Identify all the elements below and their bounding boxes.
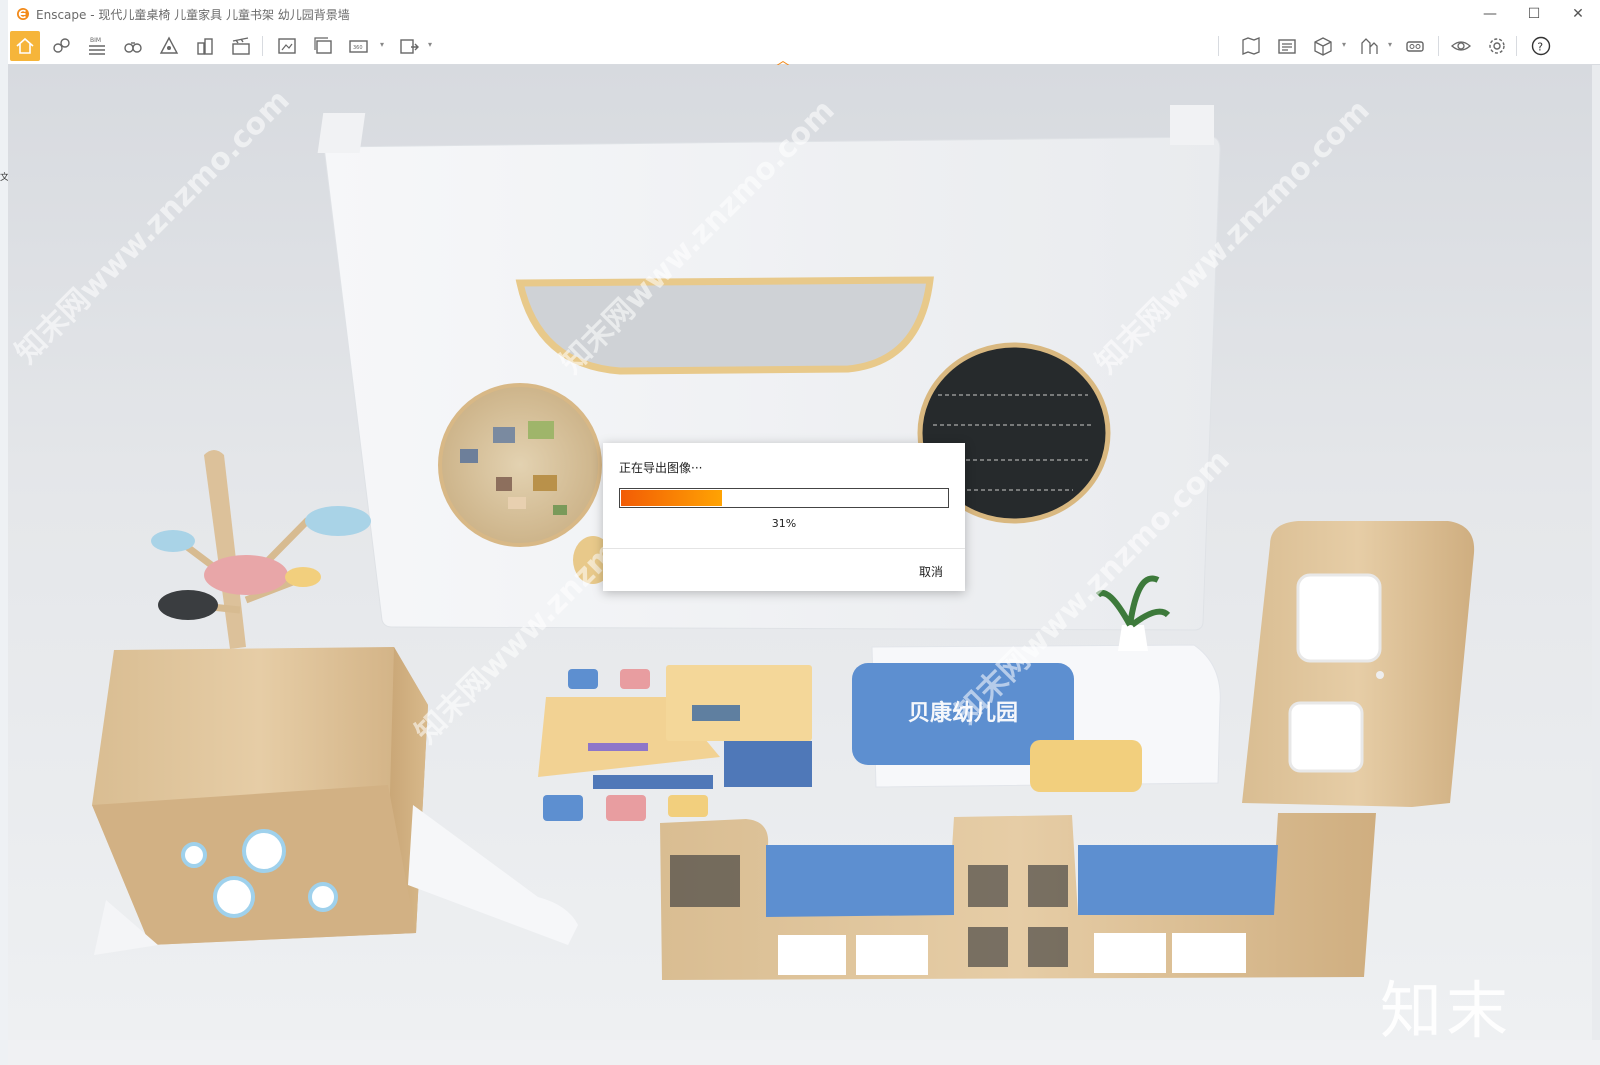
cube-view-icon <box>1314 37 1332 56</box>
binoculars-icon <box>124 42 142 53</box>
brand-logo: 知末 <box>1380 974 1513 1040</box>
export-icon <box>400 39 419 54</box>
vr-headset-button[interactable] <box>1400 31 1430 61</box>
background-window-mark: 文 <box>0 173 10 183</box>
bim-button[interactable]: BIM <box>82 31 112 61</box>
buildings-button[interactable] <box>190 31 220 61</box>
export-progress-bar <box>619 488 949 508</box>
help-icon: ? <box>1531 36 1551 56</box>
svg-text:BIM: BIM <box>90 37 101 44</box>
help-button[interactable]: ? <box>1526 31 1556 61</box>
clapboard-icon <box>232 37 250 55</box>
panorama-icon: 360 <box>349 40 368 53</box>
kids-tables <box>538 665 812 821</box>
svg-text:360: 360 <box>353 45 363 51</box>
wood-door <box>1242 521 1475 807</box>
toolbar-separator <box>262 36 263 56</box>
dialog-title: 正在导出图像··· <box>619 461 703 475</box>
orbit-button[interactable] <box>1354 31 1384 61</box>
enscape-logo-icon <box>17 8 29 20</box>
orbit-dropdown-caret[interactable]: ▾ <box>1388 40 1392 49</box>
walk-mode-button[interactable] <box>46 31 76 61</box>
export-dropdown-caret[interactable]: ▾ <box>428 40 432 49</box>
sun-icon <box>159 36 179 54</box>
asset-library-button[interactable] <box>1272 31 1302 61</box>
watermark-text: 知末网www.znzmo.com <box>9 83 297 371</box>
minimize-button[interactable]: — <box>1468 0 1512 28</box>
video-editor-button[interactable] <box>226 31 256 61</box>
panorama-dropdown-caret[interactable]: ▾ <box>380 40 384 49</box>
bottom-window-edge <box>8 1040 1600 1065</box>
vr-headset-icon <box>1406 41 1424 52</box>
toolbar-separator <box>1516 36 1517 56</box>
svg-text:?: ? <box>1537 41 1543 54</box>
cube-view-button[interactable] <box>1308 31 1338 61</box>
tree-rack <box>151 450 371 649</box>
batch-render-button[interactable] <box>308 31 338 61</box>
toolbar-separator <box>1438 36 1439 56</box>
maximize-button[interactable]: ☐ <box>1512 0 1556 28</box>
play-house <box>92 647 578 955</box>
cork-board <box>438 383 602 547</box>
render-image-button[interactable] <box>272 31 302 61</box>
title-bar: Enscape - 现代儿童桌椅 儿童家具 儿童书架 幼儿园背景墙 — ☐ ✕ <box>8 0 1600 28</box>
export-progress-fill <box>621 490 722 506</box>
toolbar-separator <box>1218 36 1219 56</box>
asset-library-icon <box>1278 39 1296 54</box>
export-button[interactable] <box>394 31 424 61</box>
buildings-icon <box>197 38 213 55</box>
atmosphere-button[interactable] <box>154 31 184 61</box>
bookshelf-bench <box>660 813 1376 980</box>
home-icon <box>16 37 34 54</box>
map-button[interactable] <box>1236 31 1266 61</box>
map-icon <box>1242 37 1260 55</box>
visibility-icon <box>1451 41 1471 51</box>
panorama-button[interactable]: 360 <box>344 31 374 61</box>
export-progress-dialog: 正在导出图像··· 31% 取消 <box>603 443 965 591</box>
bim-icon: BIM <box>89 37 105 55</box>
batch-render-icon <box>314 37 332 54</box>
window-controls: — ☐ ✕ <box>1468 0 1600 28</box>
home-button[interactable] <box>10 31 40 61</box>
render-image-icon <box>278 38 296 54</box>
export-progress-percent: 31% <box>771 517 797 530</box>
visibility-button[interactable] <box>1446 31 1476 61</box>
main-toolbar: BIM 360 ▾ ▾ ▾ ▾ ? <box>8 28 1600 65</box>
cancel-button[interactable]: 取消 <box>919 563 943 580</box>
window-title: Enscape - 现代儿童桌椅 儿童家具 儿童书架 幼儿园背景墙 <box>36 7 350 22</box>
settings-icon <box>1489 38 1505 54</box>
close-button[interactable]: ✕ <box>1556 0 1600 28</box>
3d-viewport[interactable]: 贝康幼儿园 知末网www.znzmo.com 知末网www.znzmo.com … <box>8 65 1592 1040</box>
walk-icon <box>53 38 70 53</box>
view-binoculars-button[interactable] <box>118 31 148 61</box>
settings-button[interactable] <box>1482 31 1512 61</box>
cube-view-dropdown-caret[interactable]: ▾ <box>1342 40 1346 49</box>
dialog-footer: 取消 <box>603 548 965 592</box>
orbit-icon <box>1361 38 1378 54</box>
